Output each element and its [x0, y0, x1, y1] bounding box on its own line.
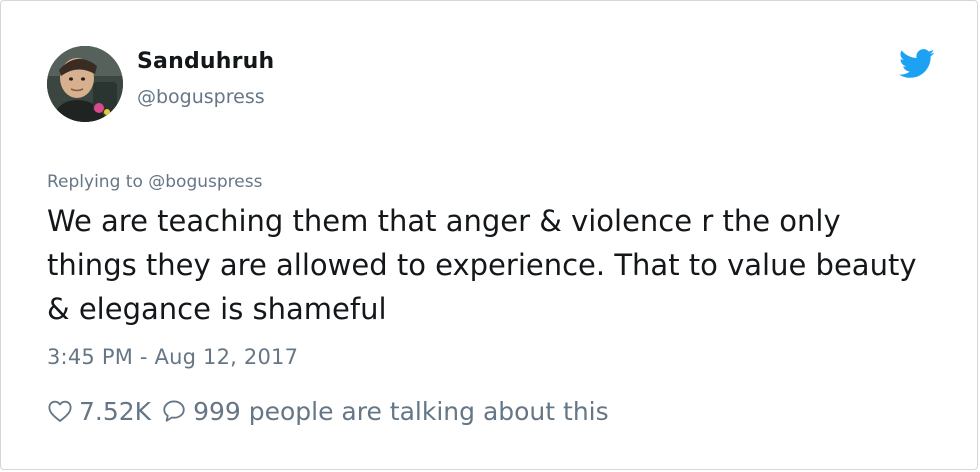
- conversation-count[interactable]: 999 people are talking about this: [193, 397, 609, 426]
- avatar-image: [47, 46, 123, 122]
- speech-bubble-icon[interactable]: [161, 398, 187, 424]
- replying-to: Replying to @boguspress: [47, 172, 262, 192]
- tweet-timestamp[interactable]: 3:45 PM - Aug 12, 2017: [47, 345, 298, 369]
- heart-icon[interactable]: [47, 398, 73, 424]
- author-handle[interactable]: @boguspress: [137, 86, 265, 108]
- tweet-text: We are teaching them that anger & violen…: [47, 204, 917, 326]
- twitter-bird-icon[interactable]: [899, 49, 935, 79]
- author-display-name[interactable]: Sanduhruh: [137, 49, 274, 74]
- replying-to-label: Replying to: [47, 172, 143, 192]
- tweet-card: Sanduhruh @boguspress Replying to @bogus…: [0, 0, 978, 470]
- avatar[interactable]: [47, 46, 123, 122]
- like-count[interactable]: 7.52K: [79, 397, 151, 426]
- tweet-actions: 7.52K 999 people are talking about this: [47, 393, 609, 429]
- replying-to-handle-link[interactable]: @boguspress: [148, 172, 262, 192]
